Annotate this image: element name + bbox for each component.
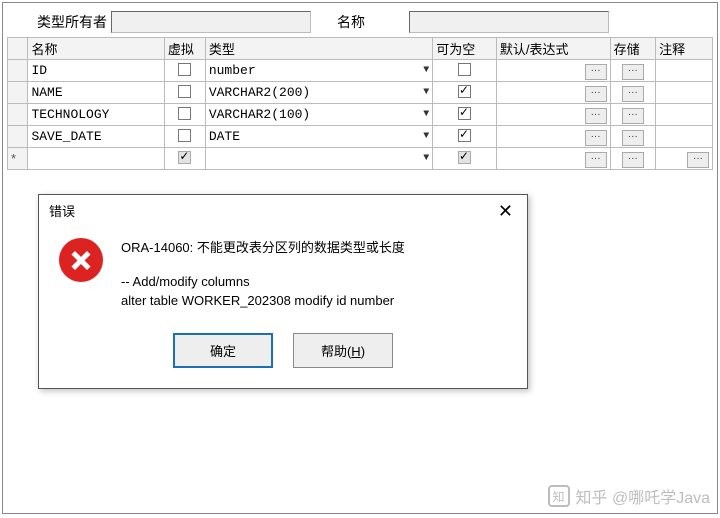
help-button-key: H xyxy=(351,344,360,359)
cell-type[interactable]: VARCHAR2(200)▼ xyxy=(205,82,432,104)
cell-name[interactable]: NAME xyxy=(28,82,164,104)
col-hdr-name[interactable]: 名称 xyxy=(28,38,164,60)
col-hdr-comment[interactable]: 注释 xyxy=(656,38,713,60)
table-row[interactable]: NAME VARCHAR2(200)▼ ··· ··· xyxy=(8,82,713,104)
help-button[interactable]: 帮助(H) xyxy=(293,333,393,368)
cell-nullable[interactable] xyxy=(433,148,497,170)
comment-ellipsis-button[interactable]: ··· xyxy=(687,152,709,168)
name-label: 名称 xyxy=(337,12,365,32)
col-hdr-virtual[interactable]: 虚拟 xyxy=(164,38,205,60)
virtual-checkbox[interactable] xyxy=(178,85,191,98)
storage-ellipsis-button[interactable]: ··· xyxy=(622,152,644,168)
nullable-checkbox[interactable] xyxy=(458,129,471,142)
chevron-down-icon[interactable]: ▼ xyxy=(423,131,429,142)
storage-ellipsis-button[interactable]: ··· xyxy=(622,64,644,80)
watermark: 知 知乎 @哪吒学Java xyxy=(548,484,711,508)
cell-comment[interactable] xyxy=(656,82,713,104)
row-marker: * xyxy=(8,148,28,170)
cell-nullable[interactable] xyxy=(433,60,497,82)
cell-virtual[interactable] xyxy=(164,126,205,148)
cell-comment[interactable] xyxy=(656,104,713,126)
dialog-title: 错误 xyxy=(49,201,75,220)
cell-name[interactable]: SAVE_DATE xyxy=(28,126,164,148)
cell-storage[interactable]: ··· xyxy=(610,104,655,126)
col-hdr-nullable[interactable]: 可为空 xyxy=(433,38,497,60)
cell-comment[interactable] xyxy=(656,60,713,82)
cell-default[interactable]: ··· xyxy=(496,126,610,148)
cell-nullable[interactable] xyxy=(433,82,497,104)
virtual-checkbox[interactable] xyxy=(178,63,191,76)
cell-name[interactable] xyxy=(28,148,164,170)
zhihu-icon: 知 xyxy=(548,485,570,507)
cell-default[interactable]: ··· xyxy=(496,60,610,82)
cell-comment[interactable]: ··· xyxy=(656,148,713,170)
cell-default[interactable]: ··· xyxy=(496,148,610,170)
default-ellipsis-button[interactable]: ··· xyxy=(585,152,607,168)
owner-label: 类型所有者 xyxy=(37,12,107,32)
name-input[interactable] xyxy=(409,11,609,33)
columns-grid[interactable]: 名称 虚拟 类型 可为空 默认/表达式 存储 注释 ID number▼ ··· ··… xyxy=(7,37,713,170)
error-message-detail-2: alter table WORKER_202308 modify id numb… xyxy=(121,291,405,311)
row-marker xyxy=(8,60,28,82)
col-hdr-default[interactable]: 默认/表达式 xyxy=(496,38,610,60)
cell-virtual[interactable] xyxy=(164,82,205,104)
cell-comment[interactable] xyxy=(656,126,713,148)
row-marker xyxy=(8,82,28,104)
error-message-detail-1: -- Add/modify columns xyxy=(121,272,405,292)
nullable-checkbox[interactable] xyxy=(458,107,471,120)
nullable-checkbox[interactable] xyxy=(458,151,471,164)
virtual-checkbox[interactable] xyxy=(178,129,191,142)
table-row[interactable]: * ▼ ··· ··· ··· xyxy=(8,148,713,170)
watermark-text: 知乎 @哪吒学Java xyxy=(576,484,711,508)
cell-type[interactable]: DATE▼ xyxy=(205,126,432,148)
storage-ellipsis-button[interactable]: ··· xyxy=(622,108,644,124)
owner-input[interactable] xyxy=(111,11,311,33)
nullable-checkbox[interactable] xyxy=(458,85,471,98)
cell-virtual[interactable] xyxy=(164,104,205,126)
cell-virtual[interactable] xyxy=(164,148,205,170)
chevron-down-icon[interactable]: ▼ xyxy=(423,109,429,120)
error-dialog: 错误 ✕ ORA-14060: 不能更改表分区列的数据类型或长度 -- Add/… xyxy=(38,194,528,389)
help-button-prefix: 帮助( xyxy=(321,344,351,359)
table-row[interactable]: ID number▼ ··· ··· xyxy=(8,60,713,82)
table-row[interactable]: SAVE_DATE DATE▼ ··· ··· xyxy=(8,126,713,148)
cell-virtual[interactable] xyxy=(164,60,205,82)
chevron-down-icon[interactable]: ▼ xyxy=(423,153,429,164)
cell-nullable[interactable] xyxy=(433,104,497,126)
chevron-down-icon[interactable]: ▼ xyxy=(423,65,429,76)
error-message-main: ORA-14060: 不能更改表分区列的数据类型或长度 xyxy=(121,238,405,258)
table-row[interactable]: TECHNOLOGY VARCHAR2(100)▼ ··· ··· xyxy=(8,104,713,126)
storage-ellipsis-button[interactable]: ··· xyxy=(622,130,644,146)
cell-name[interactable]: TECHNOLOGY xyxy=(28,104,164,126)
row-marker xyxy=(8,126,28,148)
cell-nullable[interactable] xyxy=(433,126,497,148)
ok-button[interactable]: 确定 xyxy=(173,333,273,368)
cell-type[interactable]: number▼ xyxy=(205,60,432,82)
error-icon xyxy=(59,238,103,282)
cell-type[interactable]: VARCHAR2(100)▼ xyxy=(205,104,432,126)
default-ellipsis-button[interactable]: ··· xyxy=(585,130,607,146)
virtual-checkbox[interactable] xyxy=(178,151,191,164)
help-button-suffix: ) xyxy=(361,344,365,359)
virtual-checkbox[interactable] xyxy=(178,107,191,120)
cell-storage[interactable]: ··· xyxy=(610,148,655,170)
col-hdr-type[interactable]: 类型 xyxy=(205,38,432,60)
cell-name[interactable]: ID xyxy=(28,60,164,82)
default-ellipsis-button[interactable]: ··· xyxy=(585,64,607,80)
close-icon[interactable]: ✕ xyxy=(492,202,519,220)
cell-default[interactable]: ··· xyxy=(496,82,610,104)
col-hdr-marker xyxy=(8,38,28,60)
cell-type[interactable]: ▼ xyxy=(205,148,432,170)
default-ellipsis-button[interactable]: ··· xyxy=(585,108,607,124)
col-hdr-storage[interactable]: 存储 xyxy=(610,38,655,60)
chevron-down-icon[interactable]: ▼ xyxy=(423,87,429,98)
cell-storage[interactable]: ··· xyxy=(610,82,655,104)
cell-storage[interactable]: ··· xyxy=(610,60,655,82)
nullable-checkbox[interactable] xyxy=(458,63,471,76)
row-marker xyxy=(8,104,28,126)
default-ellipsis-button[interactable]: ··· xyxy=(585,86,607,102)
cell-default[interactable]: ··· xyxy=(496,104,610,126)
storage-ellipsis-button[interactable]: ··· xyxy=(622,86,644,102)
cell-storage[interactable]: ··· xyxy=(610,126,655,148)
